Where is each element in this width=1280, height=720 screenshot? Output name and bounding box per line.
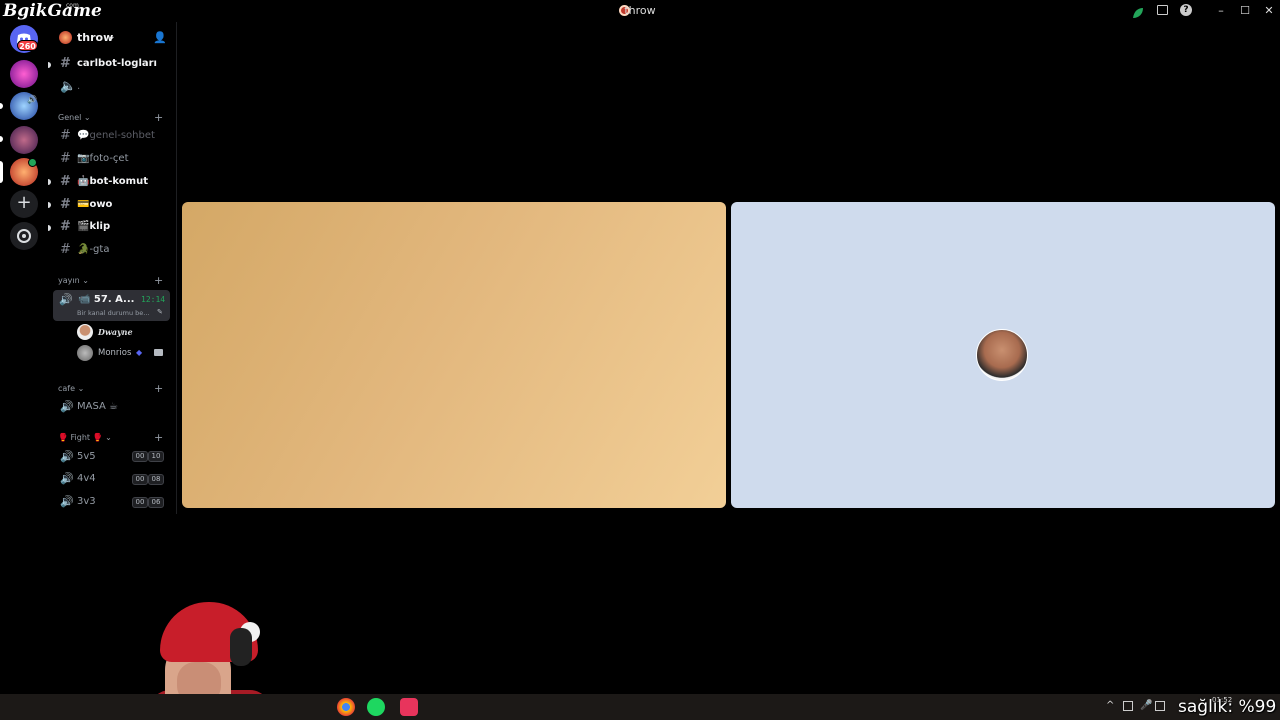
stream-watermark: BgikGame — [3, 1, 102, 21]
member-name[interactable]: Monrios — [98, 348, 131, 358]
channel-owo[interactable]: # 💳owo — [50, 195, 174, 215]
server-icon-1[interactable] — [10, 60, 38, 88]
inbox-icon[interactable] — [1157, 5, 1168, 15]
channel-carlbot-loglari[interactable]: # carlbot-logları — [50, 54, 174, 74]
user-limit: 08 — [148, 474, 164, 485]
taskbar — [0, 694, 1280, 720]
hashtag-icon: # — [60, 174, 71, 189]
create-channel-icon[interactable]: + — [154, 274, 163, 287]
hashtag-icon: # — [60, 128, 71, 143]
chevron-up-icon[interactable]: ^ — [1106, 700, 1114, 711]
close-button[interactable]: ✕ — [1261, 3, 1277, 19]
avatar[interactable] — [77, 345, 93, 361]
channel-masa[interactable]: 🔊 MASA ☕ — [50, 397, 174, 417]
user-count: 00 — [132, 474, 148, 485]
tray-icon[interactable] — [1123, 701, 1133, 711]
category-yayin[interactable]: yayın ⌄ — [58, 276, 89, 285]
app-icon[interactable] — [400, 698, 418, 716]
edit-pencil-icon[interactable]: ✎ — [157, 308, 163, 316]
maximize-button[interactable]: ☐ — [1237, 3, 1253, 19]
nitro-leaf-icon[interactable] — [1132, 4, 1144, 18]
speaker-icon: 🔊 — [60, 472, 74, 485]
help-icon[interactable]: ? — [1180, 4, 1192, 16]
voice-channel-dot[interactable]: 🔈 . — [50, 77, 174, 97]
stream-watermark-sub: com — [66, 2, 79, 9]
create-channel-icon[interactable]: + — [154, 382, 163, 395]
channel-gta[interactable]: # 🐊-gta — [50, 240, 174, 260]
server-icon-3[interactable] — [10, 126, 38, 154]
speaker-icon: 🔊 — [60, 450, 74, 463]
create-channel-icon[interactable]: + — [154, 111, 163, 124]
channel-foto-cet[interactable]: # 📷foto-çet — [50, 149, 174, 169]
create-channel-icon[interactable]: + — [154, 431, 163, 444]
minimize-button[interactable]: – — [1213, 3, 1229, 19]
user-count: 00 — [132, 451, 148, 462]
speaker-icon: 🔊 — [60, 400, 74, 413]
invite-people-icon[interactable]: 👤 — [153, 31, 167, 44]
chevron-down-icon[interactable]: ⌄ — [108, 32, 116, 42]
participant-avatar — [976, 329, 1028, 381]
user-limit: 06 — [148, 497, 164, 508]
add-server-icon[interactable]: + — [10, 190, 38, 218]
stream-overlay-text: sağlık: %99 — [1178, 697, 1277, 717]
speaker-icon: 🔈 — [60, 79, 77, 94]
hashtag-icon: # — [60, 56, 71, 71]
user-count: 00 — [132, 497, 148, 508]
tray-icon[interactable] — [1155, 701, 1165, 711]
channel-klip[interactable]: # 🎬klip — [50, 217, 174, 237]
category-cafe[interactable]: cafe ⌄ — [58, 384, 84, 393]
category-fight[interactable]: 🥊 Fight 🥊 ⌄ — [58, 433, 112, 442]
notification-badge: 260 — [17, 40, 38, 51]
voice-timer: 12:14 — [141, 295, 166, 304]
channel-genel-sohbet[interactable]: # 💬genel-sohbet — [50, 126, 174, 146]
video-tile-camera[interactable] — [182, 202, 726, 508]
server-unread-pill — [0, 103, 3, 109]
camera-icon — [154, 349, 163, 356]
avatar[interactable] — [77, 324, 93, 340]
webcam-overlay — [230, 628, 252, 666]
hashtag-icon: # — [60, 197, 71, 212]
microphone-icon[interactable]: 🎤 — [1140, 700, 1152, 711]
chrome-icon[interactable] — [337, 698, 355, 716]
spotify-icon[interactable] — [367, 698, 385, 716]
member-name[interactable]: Dwayne — [98, 327, 133, 337]
speaker-icon: 🔊 — [60, 495, 74, 508]
server-header-icon — [59, 31, 72, 44]
channel-status: Bir kanal durumu be... — [77, 309, 150, 317]
server-unread-pill — [0, 136, 3, 142]
hashtag-icon: # — [60, 151, 71, 166]
hashtag-icon: # — [60, 219, 71, 234]
voice-channel-label: 📹 57. A... — [78, 294, 135, 305]
discover-icon[interactable] — [10, 222, 38, 250]
hashtag-icon: # — [60, 242, 71, 257]
user-limit: 10 — [148, 451, 164, 462]
category-genel[interactable]: Genel ⌄ — [58, 113, 91, 122]
speaker-icon: 🔊 — [59, 293, 73, 306]
status-dot — [28, 158, 37, 167]
nitro-gem-icon: ◆ — [136, 348, 143, 357]
channel-bot-komut[interactable]: # 🤖bot-komut — [50, 172, 174, 192]
window-title: throw — [624, 4, 656, 17]
server-selected-pill — [0, 161, 3, 183]
speaker-icon: 🔊 — [27, 95, 37, 104]
